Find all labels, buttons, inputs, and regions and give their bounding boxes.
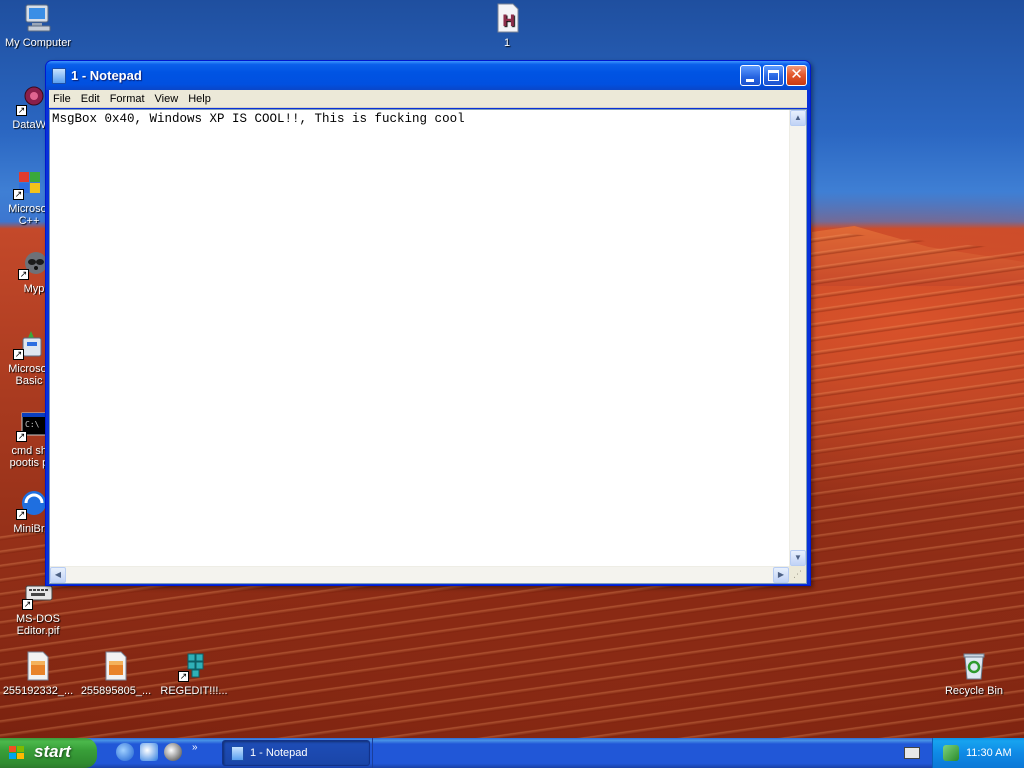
desktop-icon-label: 255895805_... bbox=[80, 685, 152, 697]
start-label: start bbox=[34, 742, 71, 761]
minimize-icon bbox=[746, 79, 754, 82]
desktop-icon-label: My Computer bbox=[4, 37, 72, 49]
maximize-icon bbox=[768, 70, 779, 81]
taskbar-empty-area bbox=[372, 738, 932, 768]
svg-text:C:\: C:\ bbox=[25, 420, 40, 429]
archive-file-icon bbox=[22, 650, 54, 682]
taskbar: start » 1 - Notepad 11:30 AM bbox=[0, 738, 1024, 768]
shortcut-arrow-icon: ↗ bbox=[16, 105, 27, 116]
menu-file[interactable]: File bbox=[49, 90, 76, 108]
system-tray: 11:30 AM bbox=[932, 738, 1024, 768]
recycle-bin-icon bbox=[958, 650, 990, 682]
desktop-icon-label: REGEDIT!!!... bbox=[160, 685, 228, 697]
desktop-icon-label: Recycle Bin bbox=[944, 685, 1004, 697]
window-titlebar[interactable]: 1 - Notepad ✕ bbox=[46, 61, 810, 90]
taskbar-button-notepad[interactable]: 1 - Notepad bbox=[222, 740, 370, 766]
close-button[interactable]: ✕ bbox=[786, 65, 807, 86]
command-prompt-icon: C:\ ↗ bbox=[16, 410, 48, 442]
computer-icon bbox=[22, 2, 54, 34]
desktop: My Computer H 1 ↗ DataWa ↗ Microsof C++ … bbox=[0, 0, 1024, 738]
menu-format[interactable]: Format bbox=[105, 90, 150, 108]
desktop-icon-my-computer[interactable]: My Computer bbox=[0, 2, 76, 49]
scroll-right-button[interactable]: ▶ bbox=[773, 567, 789, 583]
desktop-icon-label: 1 bbox=[503, 37, 511, 49]
clock[interactable]: 11:30 AM bbox=[966, 747, 1012, 759]
document-h-icon: H bbox=[491, 2, 523, 34]
internet-explorer-icon[interactable] bbox=[140, 743, 158, 761]
archive-file-icon bbox=[100, 650, 132, 682]
shortcut-arrow-icon: ↗ bbox=[13, 189, 24, 200]
notepad-icon bbox=[231, 746, 244, 761]
shortcut-arrow-icon: ↗ bbox=[22, 599, 33, 610]
maximize-button[interactable] bbox=[763, 65, 784, 86]
desktop-icon-label: MS-DOS Editor.pif bbox=[16, 613, 60, 637]
start-button[interactable]: start bbox=[0, 738, 97, 768]
datawa-icon: ↗ bbox=[16, 84, 48, 116]
windows-flag-icon bbox=[9, 746, 26, 761]
horizontal-scrollbar[interactable]: ◀ ▶ bbox=[50, 566, 789, 583]
minibrowser-icon: ↗ bbox=[16, 488, 48, 520]
quick-launch-more-icon[interactable]: » bbox=[192, 742, 198, 753]
vertical-scrollbar[interactable]: ▲ ▼ bbox=[789, 110, 806, 566]
resize-grip-icon[interactable]: ⋰ bbox=[789, 566, 806, 583]
menu-help[interactable]: Help bbox=[183, 90, 216, 108]
registry-editor-icon: ↗ bbox=[178, 650, 210, 682]
editor-content[interactable]: MsgBox 0x40, Windows XP IS COOL!!, This … bbox=[52, 112, 465, 126]
scroll-up-button[interactable]: ▲ bbox=[790, 110, 806, 126]
window-title: 1 - Notepad bbox=[71, 68, 142, 83]
desktop-icon-regedit[interactable]: ↗ REGEDIT!!!... bbox=[156, 650, 232, 697]
notepad-icon bbox=[52, 68, 66, 84]
taskbar-button-label: 1 - Notepad bbox=[250, 747, 308, 759]
media-player-icon[interactable] bbox=[164, 743, 182, 761]
visual-basic-icon: ↗ bbox=[13, 328, 45, 360]
menu-view[interactable]: View bbox=[150, 90, 184, 108]
visual-cpp-icon: ↗ bbox=[13, 168, 45, 200]
shortcut-arrow-icon: ↗ bbox=[13, 349, 24, 360]
shortcut-arrow-icon: ↗ bbox=[16, 509, 27, 520]
shortcut-arrow-icon: ↗ bbox=[178, 671, 189, 682]
shortcut-arrow-icon: ↗ bbox=[16, 431, 27, 442]
desktop-icon-label: 255192332_... bbox=[2, 685, 74, 697]
close-icon: ✕ bbox=[790, 66, 803, 83]
keyboard-language-icon[interactable] bbox=[904, 747, 920, 759]
shortcut-arrow-icon: ↗ bbox=[18, 269, 29, 280]
menu-edit[interactable]: Edit bbox=[76, 90, 105, 108]
svg-text:H: H bbox=[502, 11, 515, 30]
desktop-icon-file-255895805[interactable]: 255895805_... bbox=[78, 650, 154, 697]
desktop-icon-file-1[interactable]: H 1 bbox=[469, 2, 545, 49]
desktop-icon-msdos-editor[interactable]: ↗ MS-DOS Editor.pif bbox=[0, 578, 76, 637]
scroll-down-button[interactable]: ▼ bbox=[790, 550, 806, 566]
minimize-button[interactable] bbox=[740, 65, 761, 86]
browser-icon[interactable] bbox=[116, 743, 134, 761]
notepad-window[interactable]: 1 - Notepad ✕ File Edit Format View Help Msg… bbox=[45, 60, 811, 586]
scroll-left-button[interactable]: ◀ bbox=[50, 567, 66, 583]
network-icon[interactable] bbox=[943, 745, 959, 761]
desktop-icon-file-255192332[interactable]: 255192332_... bbox=[0, 650, 76, 697]
desktop-icon-recycle-bin[interactable]: Recycle Bin bbox=[936, 650, 1012, 697]
text-editor-area[interactable]: MsgBox 0x40, Windows XP IS COOL!!, This … bbox=[49, 109, 807, 584]
menu-bar: File Edit Format View Help bbox=[49, 90, 807, 108]
